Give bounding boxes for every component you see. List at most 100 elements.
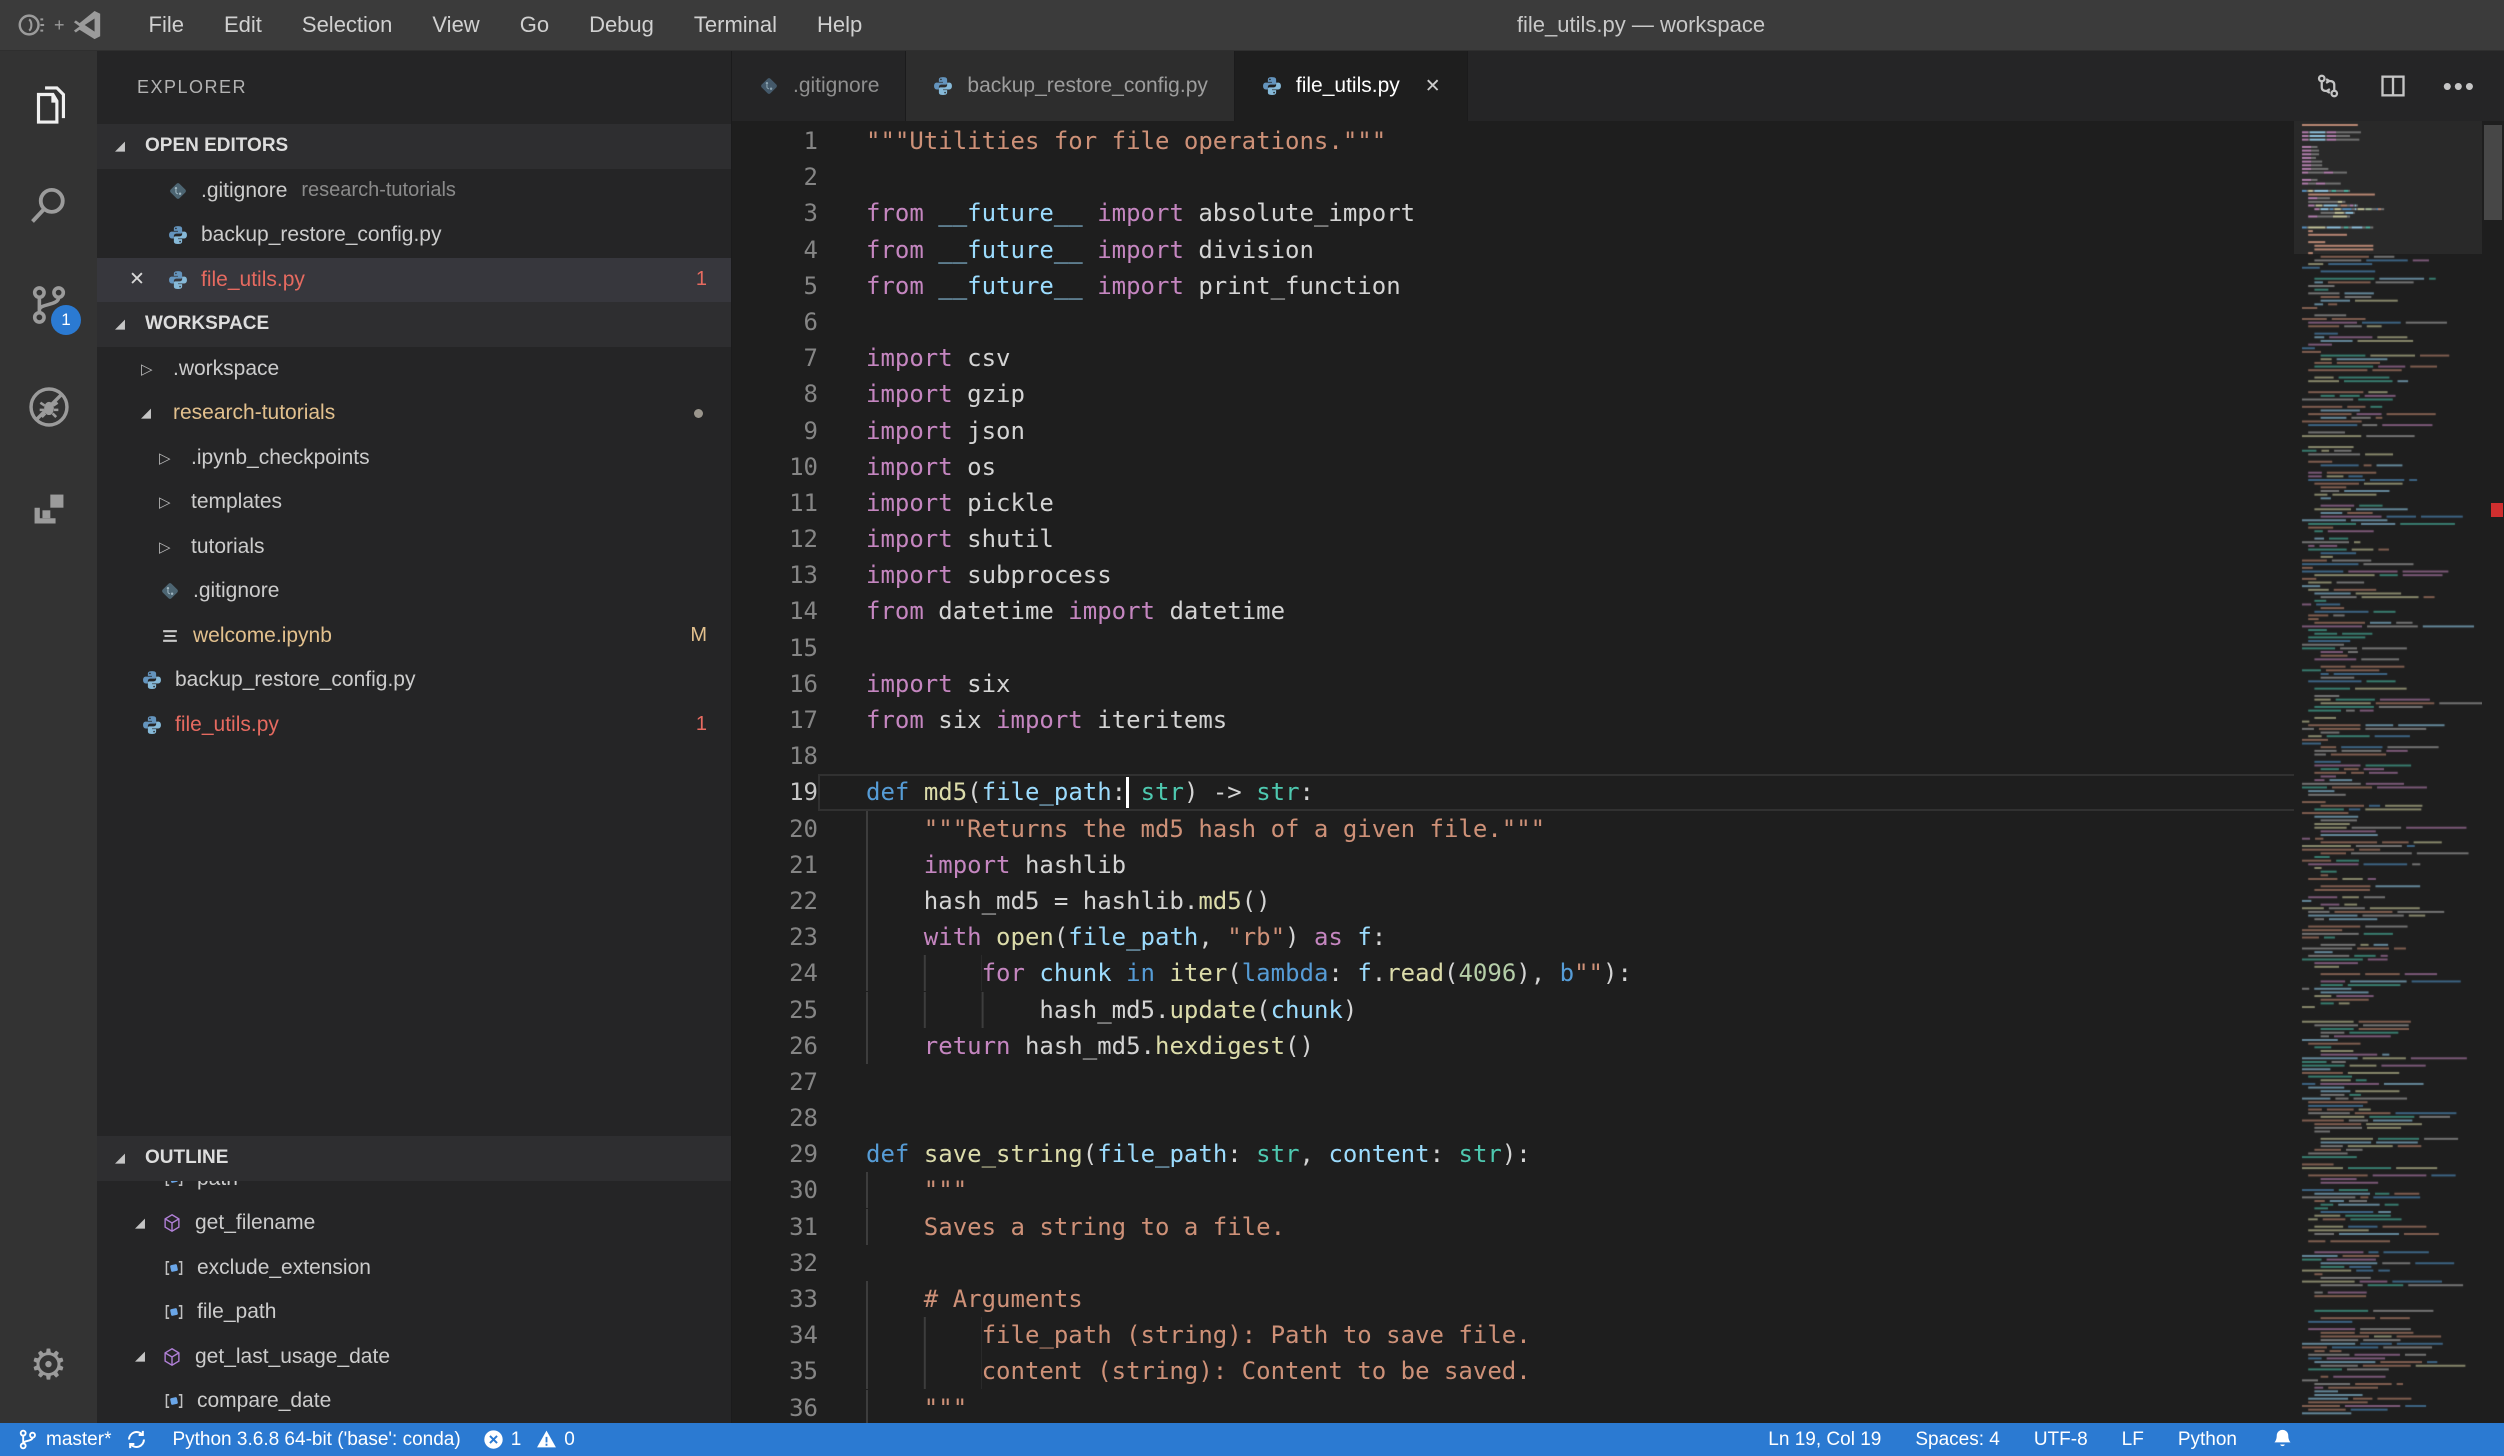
tab-file-utils[interactable]: file_utils.py ✕ bbox=[1235, 51, 1468, 121]
chevron-collapsed-icon[interactable]: ▷ bbox=[159, 449, 177, 467]
indentation-status[interactable]: Spaces: 4 bbox=[1915, 1429, 2000, 1451]
encoding-status[interactable]: UTF-8 bbox=[2034, 1429, 2088, 1451]
chevron-expanded-icon[interactable]: ◢ bbox=[135, 1349, 153, 1364]
outline-item-file-path[interactable]: file_path bbox=[97, 1290, 731, 1335]
tab-backup-restore-config[interactable]: backup_restore_config.py bbox=[906, 51, 1235, 121]
code-line[interactable]: 26return hash_md5.hexdigest() bbox=[732, 1028, 2294, 1064]
chevron-expanded-icon[interactable]: ◢ bbox=[135, 1216, 153, 1231]
menu-view[interactable]: View bbox=[432, 12, 479, 38]
code-line[interactable]: 24for chunk in iter(lambda: f.read(4096)… bbox=[732, 955, 2294, 991]
outline-item-get-filename[interactable]: ◢ get_filename bbox=[97, 1201, 731, 1246]
python-interpreter-status[interactable]: Python 3.6.8 64-bit ('base': conda) bbox=[172, 1429, 460, 1451]
folder-research-tutorials[interactable]: ◢ research-tutorials bbox=[97, 391, 731, 436]
code-line[interactable]: 13import subprocess bbox=[732, 557, 2294, 593]
menu-file[interactable]: File bbox=[149, 12, 184, 38]
open-editor-backup-restore-config[interactable]: backup_restore_config.py bbox=[97, 213, 731, 258]
extensions-icon[interactable] bbox=[0, 465, 97, 553]
code-line[interactable]: 6 bbox=[732, 304, 2294, 340]
code-line[interactable]: 22hash_md5 = hashlib.md5() bbox=[732, 883, 2294, 919]
close-editor-icon[interactable]: ✕ bbox=[129, 268, 167, 291]
code-line[interactable]: 18 bbox=[732, 738, 2294, 774]
chevron-collapsed-icon[interactable]: ▷ bbox=[159, 538, 177, 556]
code-line[interactable]: 25hash_md5.update(chunk) bbox=[732, 992, 2294, 1028]
code-line[interactable]: 5from __future__ import print_function bbox=[732, 268, 2294, 304]
chevron-expanded-icon[interactable]: ◢ bbox=[141, 406, 159, 421]
menu-go[interactable]: Go bbox=[520, 12, 549, 38]
code-line[interactable]: 34file_path (string): Path to save file. bbox=[732, 1317, 2294, 1353]
code-line[interactable]: 4from __future__ import division bbox=[732, 232, 2294, 268]
vertical-scrollbar[interactable] bbox=[2482, 121, 2504, 1423]
code-line[interactable]: 21import hashlib bbox=[732, 847, 2294, 883]
menu-selection[interactable]: Selection bbox=[302, 12, 393, 38]
file-backup-restore-config[interactable]: backup_restore_config.py bbox=[97, 658, 731, 703]
file-gitignore[interactable]: .gitignore bbox=[97, 569, 731, 614]
close-tab-icon[interactable]: ✕ bbox=[1425, 75, 1441, 98]
explorer-icon[interactable] bbox=[0, 61, 97, 149]
source-control-icon[interactable]: 1 bbox=[0, 261, 97, 349]
scrollbar-thumb[interactable] bbox=[2484, 125, 2502, 220]
code-line[interactable]: 9import json bbox=[732, 413, 2294, 449]
code-line[interactable]: 7import csv bbox=[732, 340, 2294, 376]
section-workspace[interactable]: ◢ WORKSPACE bbox=[97, 302, 731, 347]
code-line[interactable]: 35content (string): Content to be saved. bbox=[732, 1353, 2294, 1389]
code-line[interactable]: 8import gzip bbox=[732, 376, 2294, 412]
code-line[interactable]: 12import shutil bbox=[732, 521, 2294, 557]
code-line[interactable]: 10import os bbox=[732, 449, 2294, 485]
code-line[interactable]: 11import pickle bbox=[732, 485, 2294, 521]
folder-ipynb-checkpoints[interactable]: ▷ .ipynb_checkpoints bbox=[97, 436, 731, 481]
tab-gitignore[interactable]: .gitignore bbox=[732, 51, 906, 121]
code-line[interactable]: 28 bbox=[732, 1100, 2294, 1136]
code-line[interactable]: 31Saves a string to a file. bbox=[732, 1209, 2294, 1245]
file-welcome-ipynb[interactable]: welcome.ipynb M bbox=[97, 614, 731, 659]
code-line[interactable]: 3from __future__ import absolute_import bbox=[732, 195, 2294, 231]
eol-status[interactable]: LF bbox=[2122, 1429, 2144, 1451]
search-icon[interactable] bbox=[0, 161, 97, 249]
git-branch-status[interactable]: master* bbox=[16, 1428, 111, 1451]
code-line[interactable]: 1"""Utilities for file operations.""" bbox=[732, 123, 2294, 159]
code-line[interactable]: 29def save_string(file_path: str, conten… bbox=[732, 1136, 2294, 1172]
menu-help[interactable]: Help bbox=[817, 12, 862, 38]
code-line[interactable]: 36""" bbox=[732, 1390, 2294, 1423]
code-line[interactable]: 23with open(file_path, "rb") as f: bbox=[732, 919, 2294, 955]
section-open-editors[interactable]: ◢ OPEN EDITORS bbox=[97, 124, 731, 169]
minimap-slider[interactable] bbox=[2294, 121, 2482, 254]
problems-status[interactable]: 1 0 bbox=[483, 1429, 575, 1451]
notifications-bell-icon[interactable] bbox=[2271, 1428, 2294, 1451]
open-editor-gitignore[interactable]: .gitignore research-tutorials bbox=[97, 169, 731, 214]
code-line[interactable]: 19def md5(file_path: str) -> str: bbox=[732, 774, 2294, 810]
code-line[interactable]: 14from datetime import datetime bbox=[732, 593, 2294, 629]
settings-gear-icon[interactable]: ⚙ bbox=[0, 1321, 97, 1409]
code-line[interactable]: 30""" bbox=[732, 1172, 2294, 1208]
code-line[interactable]: 20"""Returns the md5 hash of a given fil… bbox=[732, 811, 2294, 847]
section-outline[interactable]: ◢ OUTLINE bbox=[97, 1136, 731, 1181]
menu-edit[interactable]: Edit bbox=[224, 12, 262, 38]
chevron-collapsed-icon[interactable]: ▷ bbox=[159, 493, 177, 511]
code-line[interactable]: 15 bbox=[732, 630, 2294, 666]
file-file-utils[interactable]: file_utils.py 1 bbox=[97, 703, 731, 748]
minimap[interactable] bbox=[2294, 121, 2482, 1423]
outline-item-compare-date[interactable]: compare_date bbox=[97, 1379, 731, 1423]
folder-workspace[interactable]: ▷ .workspace bbox=[97, 347, 731, 392]
code-line[interactable]: 2 bbox=[732, 159, 2294, 195]
open-changes-icon[interactable] bbox=[2313, 71, 2343, 101]
language-mode-status[interactable]: Python bbox=[2178, 1429, 2237, 1451]
sync-icon[interactable] bbox=[125, 1428, 148, 1451]
code-line[interactable]: 16import six bbox=[732, 666, 2294, 702]
code-area[interactable]: 1"""Utilities for file operations."""23f… bbox=[732, 121, 2504, 1423]
code-line[interactable]: 33# Arguments bbox=[732, 1281, 2294, 1317]
chevron-collapsed-icon[interactable]: ▷ bbox=[141, 360, 159, 378]
code-line[interactable]: 32 bbox=[732, 1245, 2294, 1281]
outline-item-get-last-usage-date[interactable]: ◢ get_last_usage_date bbox=[97, 1335, 731, 1380]
outline-item-exclude-extension[interactable]: exclude_extension bbox=[97, 1246, 731, 1291]
cursor-position-status[interactable]: Ln 19, Col 19 bbox=[1768, 1429, 1881, 1451]
debug-disabled-icon[interactable] bbox=[0, 363, 97, 451]
menu-terminal[interactable]: Terminal bbox=[694, 12, 777, 38]
folder-tutorials[interactable]: ▷ tutorials bbox=[97, 525, 731, 570]
folder-templates[interactable]: ▷ templates bbox=[97, 480, 731, 525]
more-actions-icon[interactable]: ••• bbox=[2443, 71, 2476, 102]
code-line[interactable]: 27 bbox=[732, 1064, 2294, 1100]
split-editor-icon[interactable] bbox=[2379, 72, 2407, 100]
menu-debug[interactable]: Debug bbox=[589, 12, 654, 38]
open-editor-file-utils[interactable]: ✕ file_utils.py 1 bbox=[97, 258, 731, 303]
code-line[interactable]: 17from six import iteritems bbox=[732, 702, 2294, 738]
